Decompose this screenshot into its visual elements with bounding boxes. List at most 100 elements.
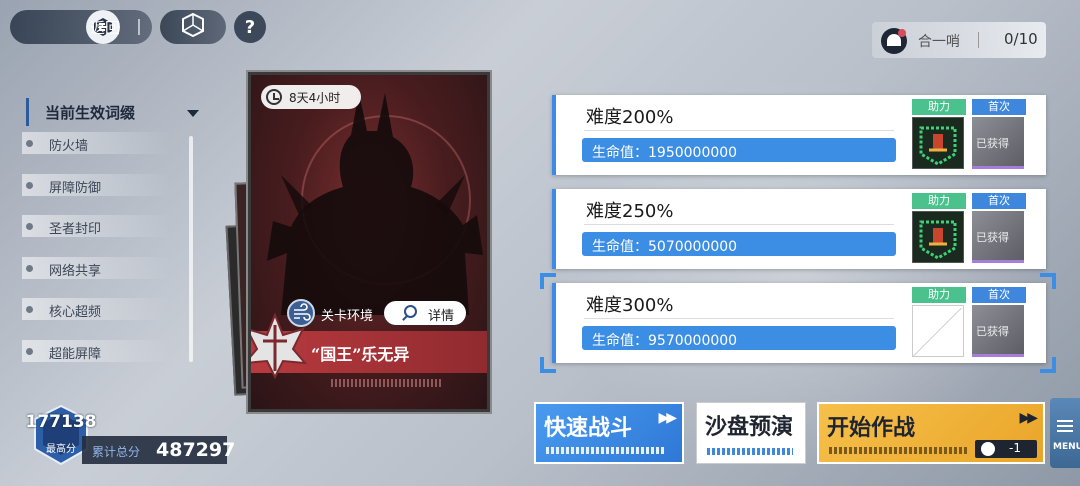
high-score-label: 最高分 [46,444,76,455]
assist-tag: 助力 [912,287,966,303]
obtained-label: 已获得 [976,137,1009,150]
boss-name: “国王”乐无异 [311,345,410,364]
help-button[interactable]: ? [234,11,266,43]
hp-label: 生命值：5070000000 [592,239,738,255]
divider [978,32,979,48]
first-clear-tag: 首次 [972,193,1026,209]
bullet-icon [26,223,33,230]
fast-forward-icon: ▶▶ [658,410,676,426]
divider [138,19,140,35]
first-clear-reward[interactable]: 已获得 [972,305,1024,357]
hp-bar: 生命值：5070000000 [582,232,896,256]
env-label: 关卡环境 [321,309,374,324]
hp-label: 生命值：1950000000 [592,145,738,161]
stripe-decoration [829,447,969,454]
first-clear-tag: 首次 [972,99,1026,115]
affix-item[interactable]: 网络共享 [22,256,170,279]
obtained-label: 已获得 [976,231,1009,244]
guitar-icon [981,442,995,456]
assist-reward-empty-slot[interactable] [912,305,964,357]
hp-bar: 生命值：9570000000 [582,326,896,350]
affix-label: 核心超频 [49,305,102,320]
affix-item[interactable]: 超能屏障 [22,339,170,362]
affix-label: 网络共享 [49,263,102,279]
divider [584,224,894,225]
affix-item[interactable]: 核心超频 [22,298,170,320]
total-score-label: 累计总分 [92,445,141,459]
affix-label: 圣者封印 [49,222,102,237]
hamburger-icon [1057,420,1073,432]
chevron-down-icon [187,110,199,117]
cost-value: -1 [1009,441,1021,455]
sandbox-label: 沙盘预演 [705,414,794,440]
assist-reward-badge-icon[interactable] [912,211,964,263]
total-score: 累计总分 487297 [82,436,235,464]
first-clear-tag: 首次 [972,287,1026,303]
high-score-value: 177138 [25,412,97,432]
affix-list: 防火墙 屏障防御 圣者封印 网络共享 核心超频 超能屏障 [22,132,192,381]
affix-item[interactable]: 防火墙 [22,132,170,154]
home-button[interactable] [160,10,226,44]
ticket-name: 合一哨 [918,34,960,50]
stripe-decoration [546,447,666,454]
timer-chip: 8天4小时 [261,85,361,109]
bullet-icon [26,264,33,272]
boss-silhouette [267,93,483,315]
obtained-label: 已获得 [976,325,1009,338]
divider [584,130,894,131]
difficulty-title: 难度250% [586,201,674,222]
first-clear-reward[interactable]: 已获得 [972,211,1024,263]
back-button[interactable]: 返回 [10,10,152,44]
bullet-icon [26,181,33,189]
menu-label: MENU [1053,442,1080,452]
bullet-icon [26,140,33,147]
whistle-icon [878,24,912,56]
first-clear-reward[interactable]: 已获得 [972,117,1024,169]
top-nav: 返回 ? [0,6,280,48]
details-label: 详情 [428,309,455,324]
difficulty-row[interactable]: 难度250% 生命值：5070000000 助力 首次 已获得 [552,189,1046,269]
stripe-decoration [707,448,793,455]
details-button[interactable]: 详情 [384,301,466,325]
divider [584,318,894,319]
assist-tag: 助力 [912,193,966,209]
back-label: 返回 [90,19,121,37]
menu-button[interactable]: MENU [1050,398,1080,468]
clock-icon [266,89,282,105]
assist-tag: 助力 [912,99,966,115]
start-label: 开始作战 [827,415,916,441]
ticket-counter[interactable]: 合一哨 0/10 [872,22,1046,58]
affix-title: 当前生效词缀 [45,104,136,122]
start-battle-button[interactable]: 开始作战 ▶▶ -1 [817,402,1045,464]
sandbox-button[interactable]: 沙盘预演 [696,402,806,464]
difficulty-title: 难度300% [586,295,674,316]
magnifier-icon [404,305,417,318]
stamina-cost: -1 [975,440,1037,458]
difficulty-row[interactable]: 难度200% 生命值：1950000000 助力 首次 已获得 [552,95,1046,175]
affix-dropdown[interactable]: 当前生效词缀 [26,98,206,126]
difficulty-title: 难度200% [586,107,674,128]
crown-emblem-icon [251,311,311,381]
quick-battle-button[interactable]: 快速战斗 ▶▶ [534,402,684,464]
barcode-decoration [331,379,441,387]
hp-bar: 生命值：1950000000 [582,138,896,162]
fast-forward-icon: ▶▶ [1019,410,1037,426]
home-cube-icon [180,12,206,42]
quick-battle-label: 快速战斗 [544,415,633,441]
affix-item[interactable]: 屏障防御 [22,173,170,196]
boss-card[interactable]: 8天4小时 关卡环境 详情 “国王”乐无异 [248,72,490,412]
affix-scrollbar[interactable] [189,136,193,362]
total-score-value: 487297 [156,439,236,461]
affix-label: 防火墙 [49,139,89,154]
affix-label: 屏障防御 [49,180,102,196]
affix-label: 超能屏障 [49,346,102,362]
bullet-icon [26,347,33,355]
hp-label: 生命值：9570000000 [592,333,738,349]
assist-reward-badge-icon[interactable] [912,117,964,169]
difficulty-row-selected[interactable]: 难度300% 生命值：9570000000 助力 首次 已获得 [552,283,1046,363]
ticket-count: 0/10 [1004,30,1038,48]
timer-text: 8天4小时 [289,91,341,105]
affix-item[interactable]: 圣者封印 [22,215,170,237]
help-icon: ? [244,16,256,38]
bullet-icon [26,306,33,313]
